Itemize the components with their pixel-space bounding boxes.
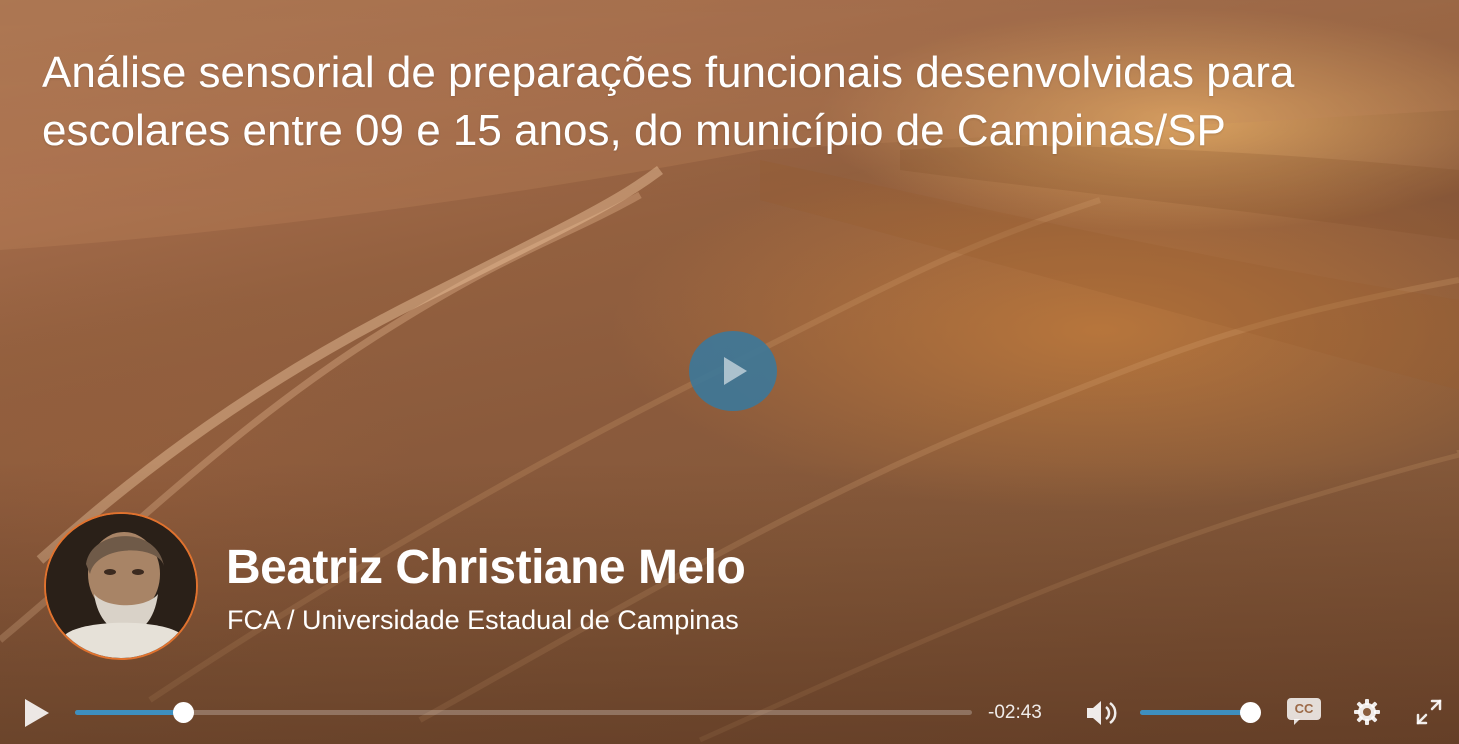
video-title: Análise sensorial de preparações funcion…: [42, 48, 1295, 155]
progress-bar[interactable]: [75, 702, 972, 723]
time-remaining: -02:43: [988, 702, 1042, 723]
video-player[interactable]: Análise sensorial de preparações funcion…: [0, 0, 1459, 744]
control-bar: -02:43 CC: [0, 688, 1459, 744]
play-button[interactable]: [22, 697, 52, 729]
play-icon: [724, 357, 747, 385]
captions-button[interactable]: CC: [1287, 698, 1321, 725]
fullscreen-icon[interactable]: [1414, 697, 1444, 727]
progress-handle[interactable]: [172, 702, 194, 723]
author-name: Beatriz Christiane Melo: [226, 541, 746, 594]
volume-slider[interactable]: [1140, 702, 1261, 723]
author-affiliation: FCA / Universidade Estadual de Campinas: [227, 605, 739, 635]
author-avatar: [44, 512, 198, 660]
big-play-button[interactable]: [689, 331, 777, 411]
progress-fill: [75, 710, 183, 715]
volume-handle[interactable]: [1240, 702, 1261, 723]
volume-icon[interactable]: [1084, 698, 1120, 728]
portrait-image: [46, 514, 196, 658]
gear-icon[interactable]: [1352, 697, 1382, 727]
captions-icon: CC: [1287, 698, 1321, 720]
volume-fill: [1140, 710, 1250, 715]
play-icon: [25, 699, 49, 727]
